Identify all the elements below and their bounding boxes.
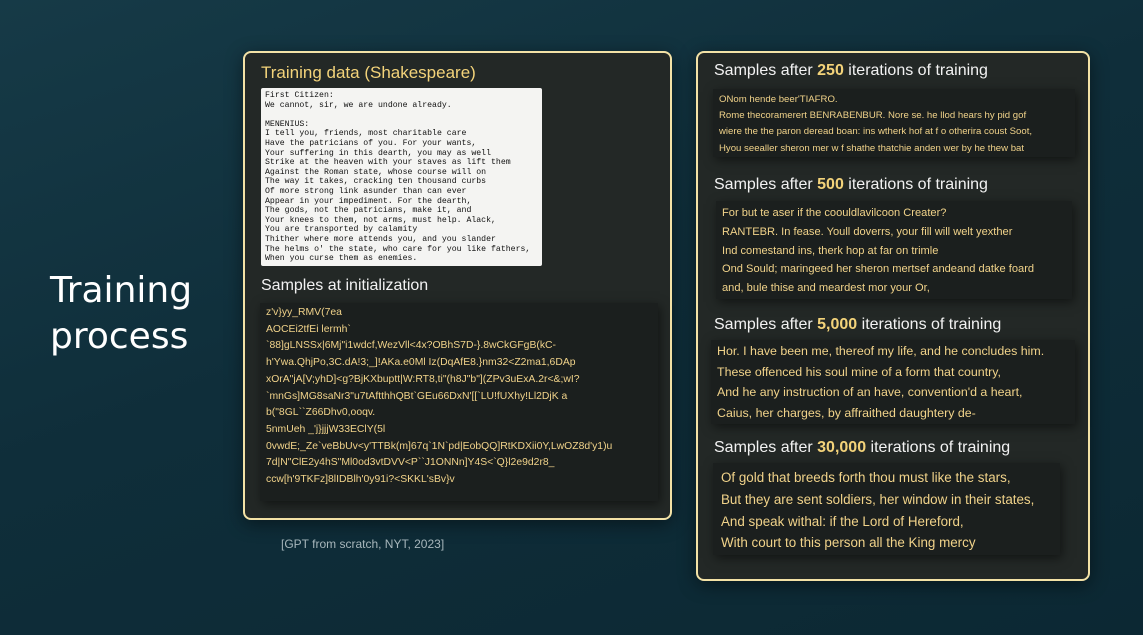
- heading-number: 500: [817, 176, 844, 193]
- samples-250-heading: Samples after 250 iterations of training: [714, 62, 988, 80]
- sample-line: And speak withal: if the Lord of Herefor…: [721, 513, 964, 529]
- sample-line: Caius, her charges, by affraithed daught…: [717, 405, 976, 420]
- sample-line: ONom hende beer'TIAFRO.: [719, 94, 838, 105]
- heading-suffix: iterations of training: [857, 316, 1002, 333]
- init-samples-box: z'v}yy_RMV(7ea AOCEi2tfEi lermh` `88]gLN…: [260, 303, 658, 501]
- init-sample-line: ccw[h'9TKFz]8lIDBlh'0y91i?<SKKL'sBv}v: [266, 474, 455, 486]
- sample-line: Rome thecoramerert BENRABENBUR. Nore se.…: [719, 110, 1027, 122]
- training-data-text: First Citizen: We cannot, sir, we are un…: [261, 88, 542, 266]
- citation: [GPT from scratch, NYT, 2023]: [281, 537, 445, 551]
- slide-title: Training process: [50, 268, 192, 360]
- init-sample-line: b("8GL``Z66Dhv0,ooqv.: [266, 407, 376, 419]
- sample-line: RANTEBR. In fease. Youll doverrs, your f…: [722, 225, 1013, 238]
- samples-5000-heading: Samples after 5,000 iterations of traini…: [714, 316, 1001, 334]
- init-sample-line: `mnGs]MG8saNr3"u7tAftthhQBt`GEu66DxN'[[`…: [266, 390, 568, 402]
- sample-line: Ond Sould; maringeed her sheron mertsef …: [722, 263, 1035, 276]
- samples-250-box: ONom hende beer'TIAFRO. Rome thecoramere…: [713, 89, 1075, 157]
- sample-line: Hyou seealler sheron mer w f shathe that…: [719, 142, 1025, 154]
- samples-500-heading: Samples after 500 iterations of training: [714, 176, 988, 194]
- heading-suffix: iterations of training: [843, 62, 988, 79]
- init-sample-line: z'v}yy_RMV(7ea: [266, 307, 342, 318]
- init-samples-heading: Samples at initialization: [261, 277, 429, 294]
- sample-line: These offenced his soul mine of a form t…: [717, 364, 1001, 379]
- samples-30000-box: Of gold that breeds forth thou must like…: [713, 463, 1060, 555]
- sample-line: wiere the the paron deread boan: ins wth…: [719, 126, 1033, 138]
- sample-line: But they are sent soldiers, her window i…: [721, 491, 1035, 507]
- heading-suffix: iterations of training: [866, 439, 1011, 456]
- sample-line: With court to this person all the King m…: [721, 535, 976, 551]
- left-panel: Training data (Shakespeare) First Citize…: [243, 51, 672, 520]
- slide-title-line1: Training: [50, 270, 193, 311]
- heading-number: 30,000: [817, 439, 867, 456]
- training-data-heading: Training data (Shakespeare): [261, 63, 476, 82]
- samples-500-box: For but te aser if the coouldlavilcoon C…: [716, 201, 1072, 299]
- init-sample-line: 7d|N"ClE2y4hS"Ml0od3vtDVV<P``J1ONNn]Y4S<…: [266, 457, 555, 469]
- heading-prefix: Samples after: [714, 62, 818, 79]
- sample-line: For but te aser if the coouldlavilcoon C…: [722, 207, 947, 219]
- samples-5000-box: Hor. I have been me, thereof my life, an…: [711, 340, 1075, 424]
- heading-number: 5,000: [817, 316, 858, 333]
- sample-line: Ind comestand ins, therk hop at far on t…: [722, 244, 939, 257]
- init-sample-line: 0vwdE;_Ze`veBbUv<y'TTBk(m]67q`1N`pd|EobQ…: [266, 440, 613, 452]
- init-sample-line: AOCEi2tfEi lermh`: [266, 323, 351, 335]
- heading-suffix: iterations of training: [843, 176, 988, 193]
- init-sample-line: `88]gLNSSx|6Mj"i1wdcf,WezVll<4x?OBhS7D-}…: [266, 340, 557, 352]
- heading-number: 250: [817, 62, 844, 79]
- heading-prefix: Samples after: [714, 439, 818, 456]
- sample-line: And he any instruction of an have, conve…: [717, 385, 1023, 399]
- init-sample-line: h'Ywa.QhjPo,3C.dA!3;_]!AKa.e0Ml Iz(DqAfE…: [266, 357, 576, 369]
- heading-prefix: Samples after: [714, 316, 818, 333]
- init-sample-line: xOrA"jA[V;yhD]<g?BjKXbuptt|W:RT8,ti"(h8J…: [266, 373, 580, 385]
- slide-title-line2: process: [50, 316, 189, 357]
- init-sample-line: 5nmUeh _'j}jjjW33EClY(5l: [266, 423, 386, 435]
- samples-30000-heading: Samples after 30,000 iterations of train…: [714, 439, 1010, 457]
- sample-line: Of gold that breeds forth thou must like…: [721, 470, 1011, 485]
- right-panel: Samples after 250 iterations of training…: [696, 51, 1090, 581]
- sample-line: and, bule thise and meardest mor your Or…: [722, 282, 930, 295]
- sample-line: Hor. I have been me, thereof my life, an…: [717, 344, 1045, 358]
- heading-prefix: Samples after: [714, 176, 818, 193]
